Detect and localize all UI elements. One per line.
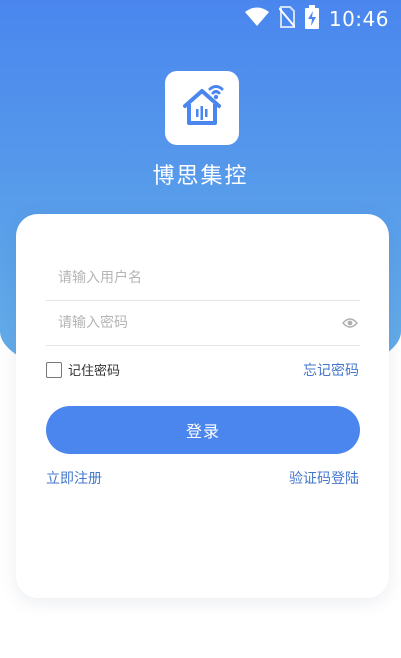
eye-icon[interactable]	[342, 315, 358, 334]
status-bar: 10:46	[0, 0, 401, 38]
code-login-link[interactable]: 验证码登陆	[289, 468, 359, 488]
register-link[interactable]: 立即注册	[46, 468, 102, 488]
username-field-row	[46, 256, 360, 301]
password-field-row	[46, 301, 360, 346]
app-title: 博思集控	[152, 164, 249, 189]
login-card: 记住密码 忘记密码 登录 立即注册 验证码登陆	[16, 214, 389, 598]
battery-charging-icon	[304, 5, 319, 33]
forgot-password-link[interactable]: 忘记密码	[303, 360, 359, 380]
username-input[interactable]	[46, 256, 328, 300]
remember-checkbox[interactable]	[46, 361, 62, 378]
smart-home-logo-icon	[176, 80, 228, 136]
status-time: 10:46	[328, 7, 389, 31]
no-sim-icon	[278, 6, 296, 32]
remember-password[interactable]: 记住密码	[46, 360, 120, 379]
password-input[interactable]	[46, 301, 328, 345]
wifi-icon	[244, 7, 269, 31]
remember-label: 记住密码	[68, 364, 121, 379]
app-logo	[165, 71, 239, 145]
login-button[interactable]: 登录	[46, 406, 360, 454]
